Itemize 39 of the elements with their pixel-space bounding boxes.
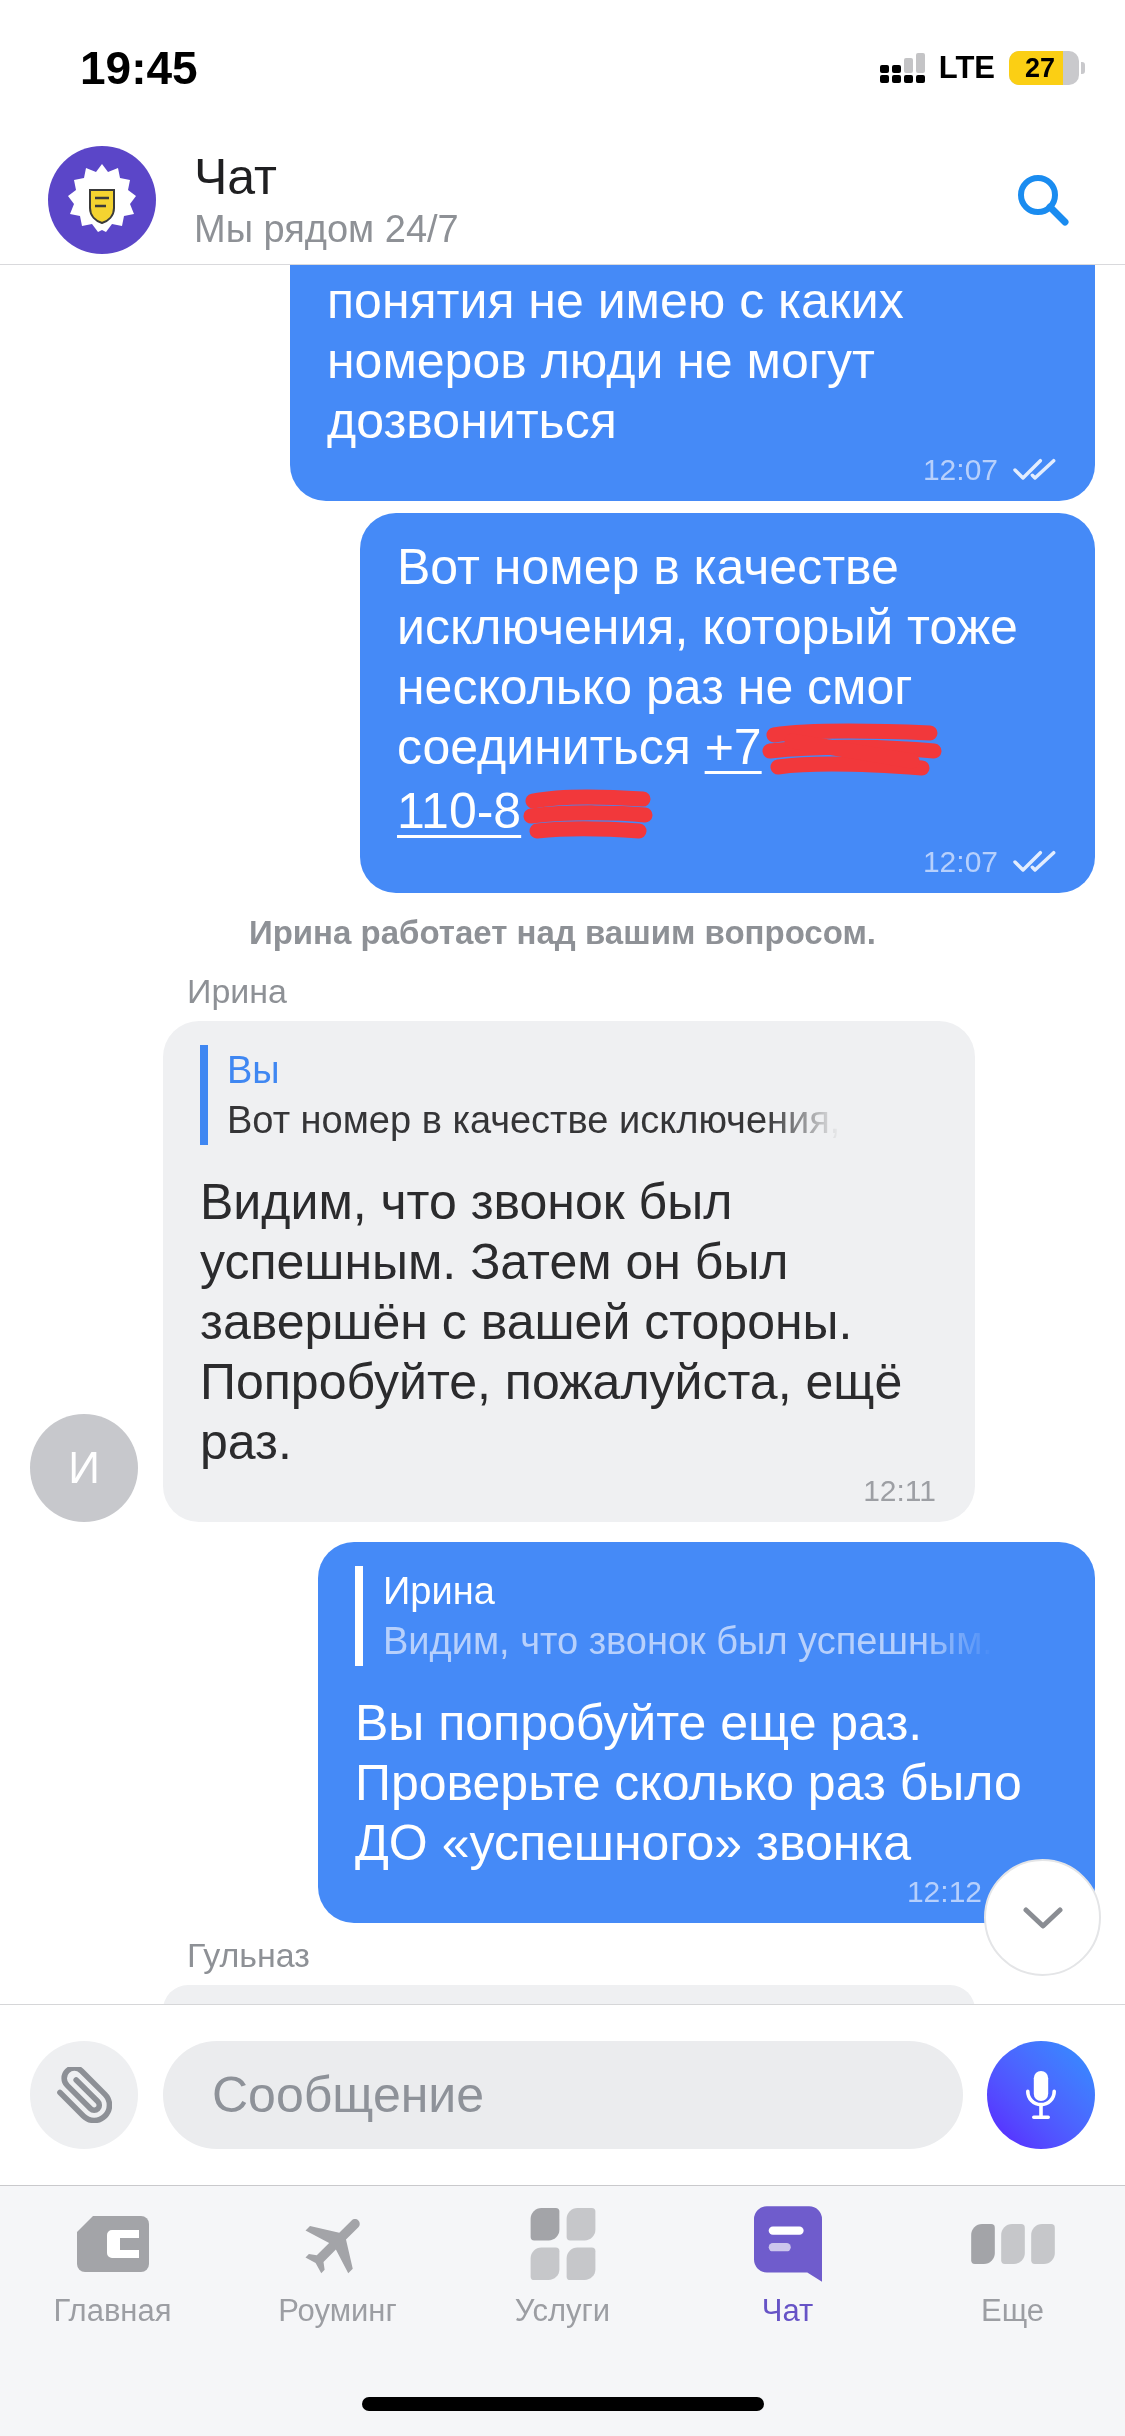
sender-name: Ирина <box>187 970 288 1011</box>
avatar: И <box>30 1413 138 1522</box>
battery-indicator: 27 <box>1009 51 1085 85</box>
status-time: 19:45 <box>80 41 198 96</box>
tab[interactable]: Главная <box>53 2212 172 2330</box>
reply-author: Вы <box>227 1047 280 1093</box>
message-text: понятия не имею с каких номеров люди не могут дозвониться <box>327 272 905 451</box>
microphone-icon <box>1024 2071 1058 2119</box>
chat-title: Чат <box>194 148 277 206</box>
message-time: 12:07 <box>922 453 998 487</box>
message-time: 12:07 <box>922 844 998 879</box>
tab[interactable]: Роуминг <box>278 2212 397 2330</box>
reply-text: Вот номер в качестве исключения, <box>227 1097 841 1143</box>
tab[interactable]: Чат <box>753 2212 822 2330</box>
grid-icon <box>529 2208 596 2280</box>
network-type: LTE <box>938 50 995 86</box>
message-input[interactable]: Сообщение <box>163 2041 963 2149</box>
paperclip-icon <box>56 2067 112 2123</box>
chevron-down-icon <box>1022 1906 1063 1929</box>
dots-icon <box>969 2224 1056 2264</box>
tab[interactable]: Еще <box>969 2212 1056 2330</box>
phone-link[interactable]: +7 <box>704 719 762 775</box>
chat-bubble-icon <box>753 2206 822 2282</box>
tab[interactable]: Услуги <box>514 2212 611 2330</box>
message-text: Вы попробуйте еще раз. Проверьте сколько раз было ДО «успешного» звонка <box>355 1693 1023 1873</box>
message-time: 12:12 <box>906 1874 982 1909</box>
message-text: Видим, что звонок был успешным. Затем он был завершён с вашей стороны. Попробуйте, пожалуйста, ещё раз. <box>200 1172 904 1472</box>
crest-logo-icon <box>48 146 156 254</box>
sender-name: Гульназ <box>187 1934 310 1975</box>
signal-icon <box>879 53 925 83</box>
message-text: Вот номер в качестве исключения, который тоже несколько раз не смог соединиться +7 110-8 <box>397 537 1058 843</box>
reply-author: Ирина <box>383 1568 495 1614</box>
reply-text: Видим, что звонок был успешным. <box>383 1618 993 1664</box>
search-icon[interactable] <box>1017 174 1069 226</box>
phone-link[interactable]: 110-8 <box>397 782 522 839</box>
chat-subtitle: Мы рядом 24/7 <box>194 207 459 252</box>
message-time: 12:11 <box>863 1473 936 1508</box>
system-message: Ирина работает над вашим вопросом. <box>248 912 877 953</box>
sim-card-icon <box>76 2216 149 2272</box>
